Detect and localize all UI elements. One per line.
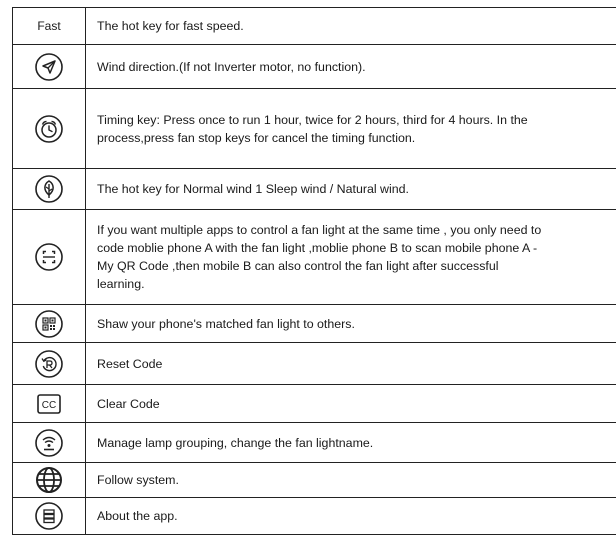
table-row: The hot key for Normal wind 1 Sleep wind… [12, 168, 616, 210]
description-line: learning. [97, 277, 145, 291]
description-line: Shaw your phone's matched fan light to o… [97, 316, 355, 331]
fast-label: Fast [37, 19, 61, 33]
paper-plane-icon [35, 52, 63, 81]
description-line: Wind direction.(If not Inverter motor, n… [97, 59, 366, 74]
table-row: Follow system. [12, 462, 616, 498]
table-row: Shaw your phone's matched fan light to o… [12, 304, 616, 343]
description-cell: Shaw your phone's matched fan light to o… [85, 304, 616, 343]
description-line: process,press fan stop keys for cancel t… [97, 130, 416, 145]
description-cell: The hot key for Normal wind 1 Sleep wind… [85, 168, 616, 210]
qr-code-icon [35, 309, 63, 338]
table-row: If you want multiple apps to control a f… [12, 209, 616, 305]
cc-icon: CC [37, 393, 61, 414]
globe-icon [36, 467, 62, 493]
description-cell: Wind direction.(If not Inverter motor, n… [85, 44, 616, 89]
description-cell: About the app. [85, 497, 616, 535]
description-cell: Reset Code [85, 342, 616, 385]
alarm-clock-icon [35, 114, 63, 143]
table-row: Fast The hot key for fast speed. [12, 7, 616, 45]
menu-list-icon [35, 502, 63, 530]
description-line: The hot key for fast speed. [97, 19, 244, 33]
description-line: My QR Code ,then mobile B can also contr… [97, 259, 499, 273]
table-row: About the app. [12, 497, 616, 535]
description-cell: Follow system. [85, 462, 616, 498]
description-line: The hot key for Normal wind 1 Sleep wind… [97, 182, 409, 196]
description-line: Timing key: Press once to run 1 hour, tw… [97, 112, 528, 127]
description-line: Follow system. [97, 473, 179, 487]
fast-cell: Fast [12, 7, 86, 45]
cc-label: CC [42, 400, 56, 411]
description-line: Manage lamp grouping, change the fan lig… [97, 435, 374, 450]
description-cell: Timing key: Press once to run 1 hour, tw… [85, 88, 616, 169]
table-row: Timing key: Press once to run 1 hour, tw… [12, 88, 616, 169]
feature-table: Fast The hot key for fast speed. Wind di… [12, 7, 616, 535]
description-cell: If you want multiple apps to control a f… [85, 209, 616, 305]
leaf-icon [35, 175, 63, 203]
table-row: CC Clear Code [12, 384, 616, 423]
scan-icon [35, 243, 63, 271]
description-cell: The hot key for fast speed. [85, 7, 616, 45]
description-line: Reset Code [97, 356, 163, 371]
description-line: code moblie phone A with the fan light ,… [97, 241, 538, 255]
description-line: If you want multiple apps to control a f… [97, 223, 542, 237]
description-cell: Clear Code [85, 384, 616, 423]
table-row: Reset Code [12, 342, 616, 385]
table-row: Manage lamp grouping, change the fan lig… [12, 422, 616, 463]
wifi-lamp-icon [35, 428, 63, 457]
description-line: Clear Code [97, 396, 160, 411]
description-line: About the app. [97, 509, 178, 523]
description-cell: Manage lamp grouping, change the fan lig… [85, 422, 616, 463]
reset-icon [35, 349, 63, 378]
table-row: Wind direction.(If not Inverter motor, n… [12, 44, 616, 89]
